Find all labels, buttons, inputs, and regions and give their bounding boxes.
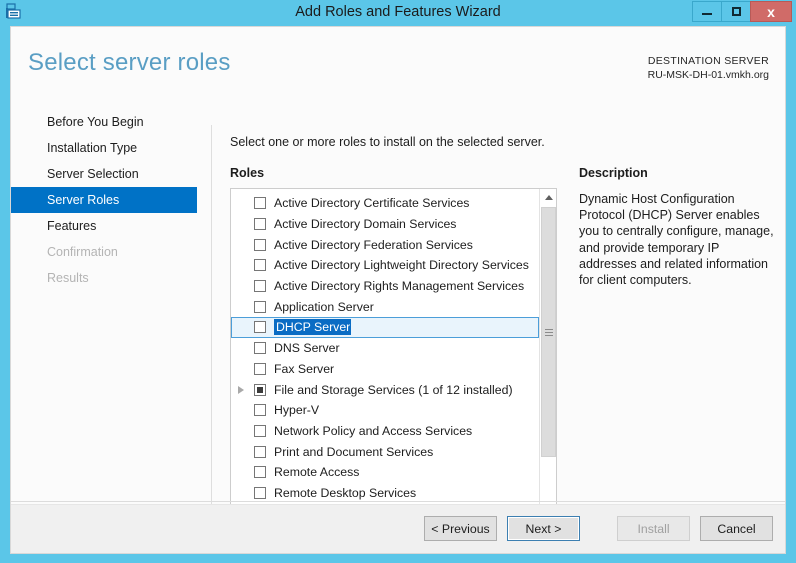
role-label: Active Directory Federation Services — [274, 237, 473, 252]
role-label: Fax Server — [274, 361, 335, 376]
role-checkbox[interactable] — [254, 280, 266, 293]
sidebar-item-confirmation: Confirmation — [47, 245, 118, 259]
role-checkbox[interactable] — [254, 321, 266, 334]
role-checkbox[interactable] — [254, 486, 266, 499]
chevron-right-icon[interactable] — [238, 385, 244, 394]
sidebar-item-features[interactable]: Features — [11, 213, 201, 239]
destination-server-name: RU-MSK-DH-01.vmkh.org — [647, 69, 769, 81]
cancel-button[interactable]: Cancel — [700, 516, 773, 541]
role-checkbox[interactable] — [254, 445, 266, 458]
role-checkbox[interactable] — [254, 259, 266, 272]
footer-button-row: < Previous Next > Install Cancel — [424, 516, 773, 541]
role-label: Print and Document Services — [274, 444, 434, 459]
role-label: DHCP Server — [274, 319, 352, 336]
role-row[interactable]: Fax Server — [231, 359, 539, 380]
roles-list: Active Directory Certificate Services Act… — [231, 193, 539, 503]
window-title: Add Roles and Features Wizard — [295, 4, 501, 20]
roles-section-label: Roles — [230, 166, 265, 180]
role-row[interactable]: Application Server — [231, 296, 539, 317]
role-row[interactable]: Active Directory Certificate Services — [231, 193, 539, 214]
destination-server-label: DESTINATION SERVER — [647, 55, 769, 67]
role-row[interactable]: DNS Server — [231, 338, 539, 359]
role-row[interactable]: Active Directory Rights Management Servi… — [231, 276, 539, 297]
scrollbar-thumb[interactable] — [541, 207, 556, 457]
role-row[interactable]: Hyper-V — [231, 400, 539, 421]
roles-scrollbar[interactable] — [539, 189, 556, 520]
role-label: Remote Access — [274, 465, 360, 480]
role-checkbox[interactable] — [254, 362, 266, 375]
role-label: Application Server — [274, 299, 374, 314]
role-checkbox[interactable] — [254, 424, 266, 437]
wizard-footer: < Previous Next > Install Cancel — [11, 504, 785, 553]
install-button: Install — [617, 516, 690, 541]
role-row[interactable]: Remote Access — [231, 462, 539, 483]
role-row[interactable]: File and Storage Services (1 of 12 insta… — [231, 379, 539, 400]
sidebar-item-installation-type[interactable]: Installation Type — [11, 135, 201, 161]
sidebar-item-server-selection[interactable]: Server Selection — [11, 161, 201, 187]
role-row[interactable]: DHCP Server — [231, 317, 539, 338]
wizard-client-area: Select server roles DESTINATION SERVER R… — [10, 26, 786, 554]
instruction-text: Select one or more roles to install on t… — [230, 135, 545, 149]
role-label: Active Directory Lightweight Directory S… — [274, 258, 529, 273]
role-checkbox[interactable] — [254, 218, 266, 231]
wizard-nav: Before You Begin Installation Type Server … — [11, 109, 201, 291]
role-label: Remote Desktop Services — [274, 485, 417, 500]
role-checkbox[interactable] — [254, 404, 266, 417]
role-label: Active Directory Certificate Services — [274, 196, 470, 211]
roles-listbox[interactable]: Active Directory Certificate Services Act… — [230, 188, 557, 521]
role-row[interactable]: Active Directory Federation Services — [231, 234, 539, 255]
wizard-window: Add Roles and Features Wizard x Select s… — [0, 0, 796, 563]
role-label: File and Storage Services (1 of 12 insta… — [274, 382, 513, 397]
destination-server-block: DESTINATION SERVER RU-MSK-DH-01.vmkh.org — [648, 54, 769, 82]
role-label: Active Directory Domain Services — [274, 217, 457, 232]
role-row[interactable]: Active Directory Lightweight Directory S… — [231, 255, 539, 276]
nav-divider — [211, 125, 212, 523]
window-controls: x — [692, 1, 792, 22]
role-checkbox[interactable] — [254, 383, 266, 396]
role-row[interactable]: Network Policy and Access Services — [231, 421, 539, 442]
role-label: Active Directory Rights Management Servi… — [274, 279, 525, 294]
role-checkbox[interactable] — [254, 342, 266, 355]
sidebar-item-before-you-begin[interactable]: Before You Begin — [11, 109, 201, 135]
maximize-button[interactable] — [721, 1, 751, 22]
sidebar-item-server-roles[interactable]: Server Roles — [11, 187, 197, 213]
role-row[interactable]: Active Directory Domain Services — [231, 214, 539, 235]
close-button[interactable]: x — [750, 1, 792, 22]
role-row[interactable]: Print and Document Services — [231, 441, 539, 462]
role-checkbox[interactable] — [254, 300, 266, 313]
next-button[interactable]: Next > — [507, 516, 580, 541]
role-label: DNS Server — [274, 341, 340, 356]
scrollbar-grip-icon — [544, 327, 553, 338]
scroll-up-arrow-icon[interactable] — [540, 189, 556, 206]
sidebar-item-results: Results — [47, 271, 89, 285]
minimize-button[interactable] — [692, 1, 722, 22]
previous-button[interactable]: < Previous — [424, 516, 497, 541]
description-text: Dynamic Host Configuration Protocol (DHC… — [579, 192, 774, 288]
footer-separator — [11, 501, 785, 502]
description-section-label: Description — [579, 166, 648, 180]
role-checkbox[interactable] — [254, 197, 266, 210]
role-label: Network Policy and Access Services — [274, 423, 473, 438]
role-checkbox[interactable] — [254, 466, 266, 479]
role-checkbox[interactable] — [254, 238, 266, 251]
title-bar[interactable]: Add Roles and Features Wizard x — [0, 0, 796, 24]
role-label: Hyper-V — [274, 403, 320, 418]
page-title: Select server roles — [28, 49, 231, 76]
